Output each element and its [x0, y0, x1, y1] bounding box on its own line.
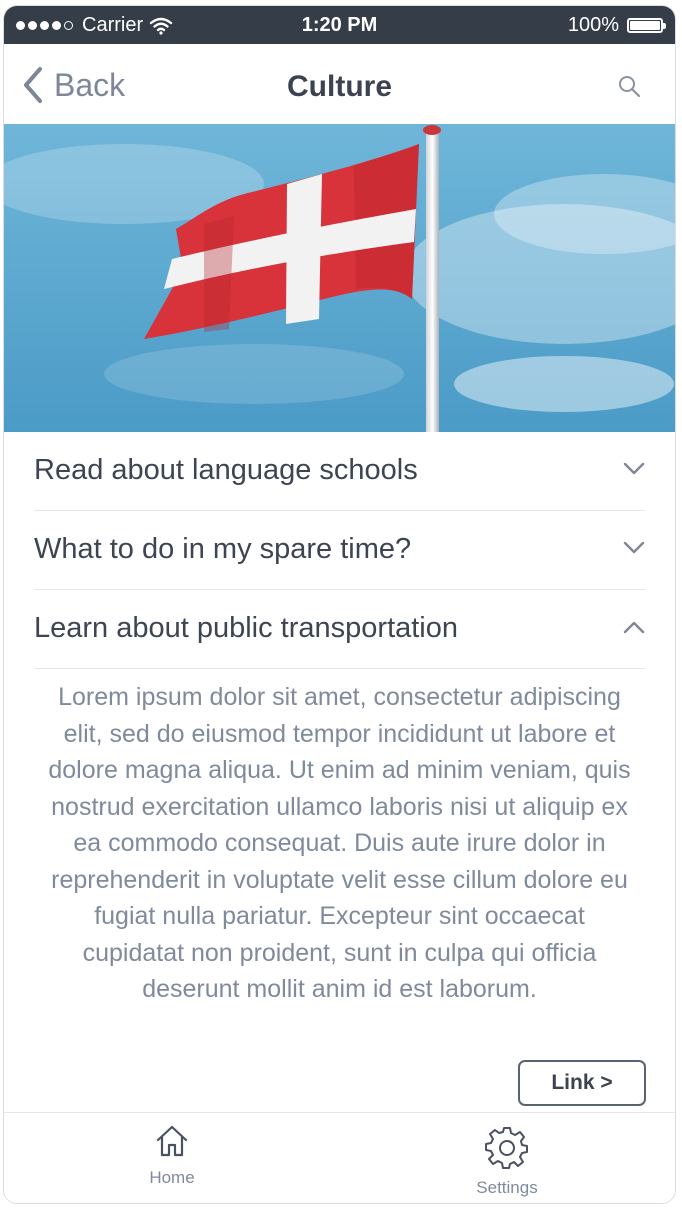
- chevron-down-icon: [623, 541, 645, 554]
- accordion-label: Learn about public transportation: [34, 612, 459, 644]
- battery-percent: 100%: [567, 14, 619, 36]
- page-title: Culture: [287, 70, 392, 103]
- flag-photo: [4, 124, 675, 432]
- chevron-up-icon: [623, 621, 645, 634]
- hero-image-danish-flag: [4, 124, 675, 432]
- accordion-expanded-text: Lorem ipsum dolor sit amet, consectetur …: [48, 683, 631, 1003]
- tab-home-label: Home: [149, 1168, 195, 1187]
- tab-bar: Home Settings: [4, 1112, 675, 1203]
- navigation-bar: Back Culture: [4, 44, 675, 124]
- accordion-label: Read about language schools: [34, 454, 418, 486]
- search-icon: [619, 76, 641, 98]
- accordion-item-public-transportation[interactable]: Learn about public transportation: [34, 590, 645, 669]
- tab-home[interactable]: Home: [112, 1123, 232, 1188]
- tab-settings-label: Settings: [476, 1178, 538, 1197]
- status-bar: Carrier 1:20 PM 100%: [4, 6, 675, 44]
- gear-icon: [485, 1127, 528, 1169]
- link-button[interactable]: Link >: [518, 1060, 646, 1106]
- faq-accordion: Read about language schools What to do i…: [34, 432, 645, 1008]
- home-icon: [156, 1125, 188, 1157]
- battery-icon: [627, 18, 666, 33]
- accordion-label: What to do in my spare time?: [34, 533, 412, 565]
- chevron-down-icon: [623, 462, 645, 475]
- search-button[interactable]: [617, 74, 641, 103]
- status-right: 100%: [567, 14, 666, 37]
- tab-settings[interactable]: Settings: [447, 1125, 567, 1198]
- accordion-item-spare-time[interactable]: What to do in my spare time?: [34, 511, 645, 590]
- accordion-item-language-schools[interactable]: Read about language schools: [34, 432, 645, 511]
- phone-frame: Carrier 1:20 PM 100% Back Culture Read a…: [3, 5, 676, 1204]
